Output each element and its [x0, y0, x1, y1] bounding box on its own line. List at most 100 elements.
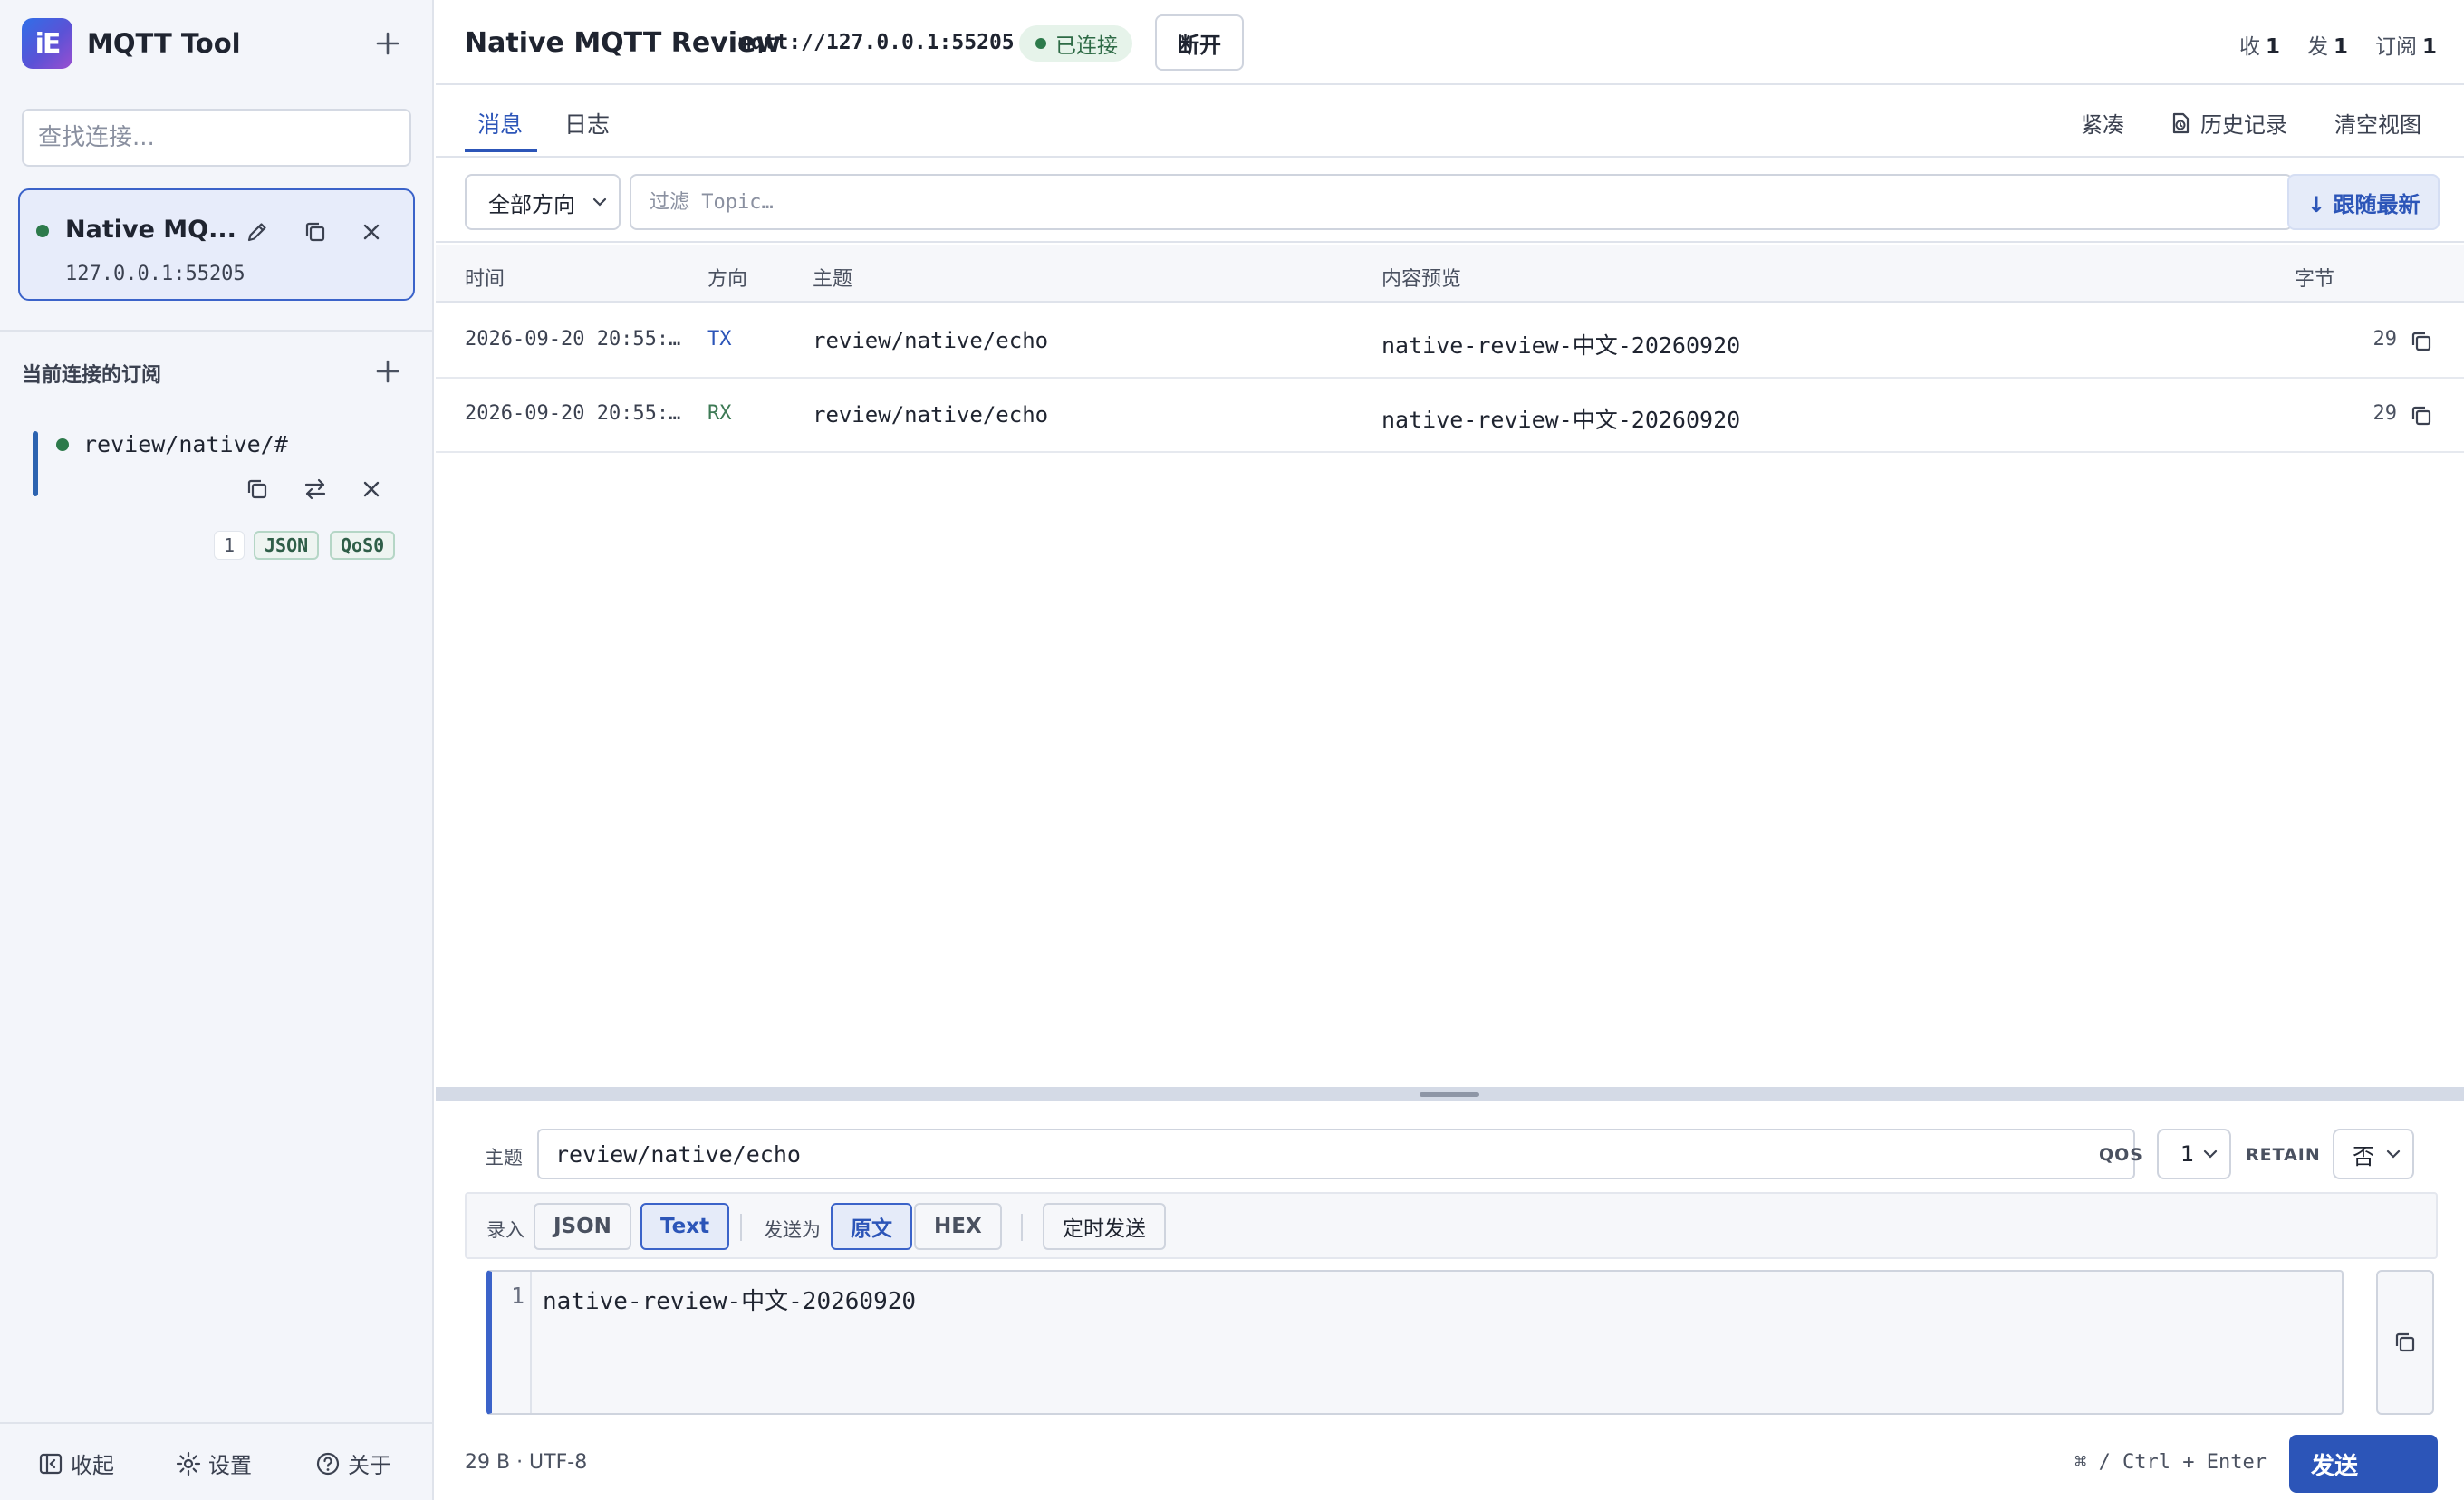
sent-counter: 发1: [2306, 35, 2348, 59]
collapse-icon: [39, 1453, 63, 1474]
close-icon: [363, 224, 380, 240]
publish-composer: 主题 QOS 1 RETAIN 否 录入 JSON Text 发送为 原文 HE…: [436, 1101, 2464, 1500]
separator: [1021, 1214, 1023, 1241]
subscription-status-dot: [56, 438, 69, 451]
tab-logs[interactable]: 日志: [564, 107, 610, 139]
copy-subscription-button[interactable]: [237, 469, 277, 509]
tab-messages[interactable]: 消息: [477, 107, 523, 139]
connection-search-input[interactable]: [24, 111, 409, 165]
copy-icon: [2395, 1332, 2415, 1352]
column-bytes: 字节: [2295, 268, 2335, 291]
help-icon: [316, 1452, 340, 1475]
subscription-item[interactable]: review/native/# 1 JSON QoS0: [33, 431, 413, 560]
compact-toggle[interactable]: 紧凑: [2081, 107, 2124, 139]
gear-icon: [176, 1451, 201, 1476]
scheduled-send-button[interactable]: 定时发送: [1043, 1203, 1166, 1250]
payload-options-bar: 录入 JSON Text 发送为 原文 HEX 定时发送: [465, 1192, 2438, 1259]
payload-size-info: 29 B · UTF-8: [465, 1451, 588, 1474]
column-time: 时间: [465, 268, 505, 291]
qos-label: QOS: [2099, 1145, 2143, 1165]
retain-label: RETAIN: [2246, 1145, 2321, 1165]
filter-bar: 全部方向 ↓ 跟随最新: [436, 159, 2464, 243]
row-direction: TX: [707, 328, 732, 351]
copy-message-button[interactable]: [2404, 324, 2439, 359]
copy-payload-button[interactable]: [2376, 1270, 2434, 1415]
table-row[interactable]: 2026-09-20 20:55:… TX review/native/echo…: [436, 304, 2464, 379]
chevron-down-icon: [592, 197, 607, 207]
disconnect-button[interactable]: 断开: [1155, 14, 1244, 71]
message-table-header: 时间 方向 主题 内容预览 字节: [436, 245, 2464, 303]
topic-filter-input[interactable]: [631, 176, 2291, 228]
pencil-icon: [247, 223, 266, 242]
send-hex-button[interactable]: HEX: [914, 1203, 1002, 1250]
add-subscription-button[interactable]: [368, 351, 408, 391]
row-preview: native-review-中文-20260920: [1381, 407, 1741, 433]
plus-icon: [376, 32, 399, 55]
status-text: 已连接: [1055, 34, 1118, 58]
collapse-label: 收起: [71, 1453, 114, 1478]
edit-connection-button[interactable]: [237, 212, 277, 252]
connection-search[interactable]: [22, 109, 411, 167]
remove-subscription-button[interactable]: [351, 469, 391, 509]
row-time: 2026-09-20 20:55:…: [465, 328, 681, 351]
publish-topic-field[interactable]: [537, 1129, 2135, 1179]
swap-subscription-button[interactable]: [295, 469, 335, 509]
payload-text[interactable]: native-review-中文-20260920: [543, 1283, 916, 1316]
connection-address: 127.0.0.1:55205: [65, 263, 245, 285]
table-row[interactable]: 2026-09-20 20:55:… RX review/native/echo…: [436, 379, 2464, 453]
tab-bar: 消息 日志 紧凑 历史记录 清空视图: [436, 87, 2464, 158]
plus-icon: [376, 360, 399, 383]
subscription-color-bar: [33, 431, 38, 496]
input-json-button[interactable]: JSON: [534, 1203, 631, 1250]
row-bytes: 29: [2373, 328, 2398, 351]
row-bytes: 29: [2373, 402, 2398, 425]
topic-filter[interactable]: [630, 174, 2293, 230]
publish-topic-input[interactable]: [539, 1130, 2133, 1178]
app-logo: iE: [22, 18, 72, 69]
chevron-down-icon: [2203, 1149, 2218, 1159]
brand: iE MQTT Tool: [22, 18, 241, 69]
subscription-message-count: 1: [214, 531, 245, 560]
line-number: 1: [492, 1272, 532, 1413]
send-raw-button[interactable]: 原文: [831, 1203, 912, 1250]
duplicate-connection-button[interactable]: [295, 212, 335, 252]
column-preview: 内容预览: [1381, 268, 1462, 291]
direction-select[interactable]: 全部方向: [465, 174, 621, 230]
status-dot: [1035, 38, 1046, 49]
connection-item[interactable]: Native MQ... 127.0.0.1:55205: [18, 188, 415, 301]
qos-select[interactable]: 1: [2157, 1129, 2231, 1179]
close-icon: [363, 481, 380, 497]
sidebar-divider: [0, 330, 434, 332]
add-connection-button[interactable]: [368, 24, 408, 63]
resize-handle[interactable]: [436, 1087, 2464, 1101]
retain-select[interactable]: 否: [2333, 1129, 2414, 1179]
clear-view-button[interactable]: 清空视图: [2334, 107, 2421, 139]
follow-latest-button[interactable]: ↓ 跟随最新: [2287, 174, 2440, 230]
connection-status-dot: [36, 225, 49, 237]
resize-grip: [1420, 1092, 1479, 1097]
remove-connection-button[interactable]: [351, 212, 391, 252]
input-text-button[interactable]: Text: [640, 1203, 730, 1250]
row-time: 2026-09-20 20:55:…: [465, 402, 681, 425]
copy-message-button[interactable]: [2404, 399, 2439, 433]
separator: [740, 1214, 742, 1241]
topic-label: 主题: [485, 1147, 523, 1168]
payload-editor[interactable]: 1 native-review-中文-20260920: [486, 1270, 2344, 1415]
direction-select-value: 全部方向: [488, 191, 575, 217]
app-name: MQTT Tool: [87, 28, 241, 59]
broker-url: mqtt://127.0.0.1:55205: [738, 31, 1015, 54]
retain-select-value: 否: [2353, 1143, 2374, 1169]
settings-button[interactable]: 设置: [176, 1447, 252, 1479]
message-counters: 收1 发1 订阅 1: [2239, 29, 2437, 60]
about-button[interactable]: 关于: [315, 1447, 391, 1479]
copy-icon: [2411, 332, 2431, 351]
copy-icon: [2411, 406, 2431, 426]
subscription-qos-badge: QoS0: [330, 531, 396, 560]
collapse-sidebar-button[interactable]: 收起: [38, 1447, 114, 1479]
subscription-counter: 订阅 1: [2374, 35, 2437, 59]
about-label: 关于: [348, 1453, 391, 1478]
row-topic: review/native/echo: [813, 328, 1049, 353]
send-button[interactable]: 发送: [2289, 1435, 2438, 1493]
history-button[interactable]: 历史记录: [2168, 107, 2287, 139]
subscription-format-badge: JSON: [254, 531, 320, 560]
